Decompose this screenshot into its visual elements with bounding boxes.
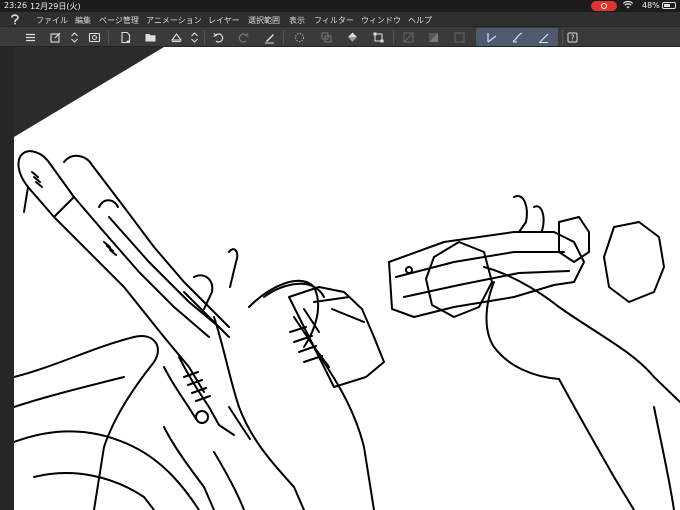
canvas[interactable] [14, 47, 680, 510]
svg-text:?: ? [570, 33, 574, 42]
screen-record-indicator[interactable] [591, 1, 617, 11]
snap-ruler-icon[interactable] [425, 29, 441, 45]
battery-icon [662, 2, 676, 9]
collapsed-sidebar: » [0, 27, 14, 510]
wifi-icon [622, 1, 634, 11]
layer-switch-icon[interactable] [66, 29, 82, 45]
help-icon[interactable]: ? [564, 29, 580, 45]
menu-icon[interactable] [22, 29, 38, 45]
status-bar: 23:26 12月29日(火) 48% [0, 0, 680, 12]
pen-stabilizer-3-icon[interactable] [535, 29, 551, 45]
battery-level [664, 4, 670, 7]
battery-percent: 48% [642, 1, 660, 10]
menu-edit[interactable]: 編集 [75, 15, 91, 26]
pen-stabilizer-2-icon[interactable] [509, 29, 525, 45]
toolbar-separator [204, 30, 205, 44]
onion-icon[interactable] [86, 29, 102, 45]
open-folder-icon[interactable] [142, 29, 158, 45]
canvas-workspace[interactable] [14, 47, 680, 510]
clear-icon[interactable] [261, 29, 277, 45]
stepper-icon[interactable] [186, 29, 202, 45]
transform-icon[interactable] [370, 29, 386, 45]
status-date: 12月29日(火) [30, 2, 81, 11]
toolbar-separator [393, 30, 394, 44]
menu-animation[interactable]: アニメーション [146, 15, 202, 26]
command-bar: ? [0, 27, 680, 47]
redo-icon[interactable] [235, 29, 251, 45]
menu-help[interactable]: ヘルプ [408, 15, 432, 26]
menu-layer[interactable]: レイヤー [208, 15, 240, 26]
new-canvas-icon[interactable] [47, 29, 63, 45]
autoselect-icon[interactable] [291, 29, 307, 45]
new-page-icon[interactable] [117, 29, 133, 45]
status-time: 23:26 [4, 1, 28, 10]
record-icon [601, 3, 607, 9]
menu-bar: ファイル 編集 ページ管理 アニメーション レイヤー 選択範囲 表示 フィルター… [0, 12, 680, 27]
snap-grid-icon[interactable] [451, 29, 467, 45]
canvas-page[interactable] [14, 47, 680, 510]
undo-icon[interactable] [210, 29, 226, 45]
toolbar-separator [562, 30, 563, 44]
menu-selection[interactable]: 選択範囲 [248, 15, 280, 26]
menu-page-management[interactable]: ページ管理 [99, 15, 139, 26]
toolbar-separator [108, 30, 109, 44]
menu-window[interactable]: ウィンドウ [361, 15, 401, 26]
menu-filter[interactable]: フィルター [314, 15, 354, 26]
save-icon[interactable] [168, 29, 184, 45]
snap-off-icon[interactable] [400, 29, 416, 45]
toolbar-separator [283, 30, 284, 44]
app-logo-icon[interactable] [9, 13, 21, 25]
menu-file[interactable]: ファイル [36, 15, 68, 26]
fill-icon[interactable] [344, 29, 360, 45]
copy-layer-icon[interactable] [318, 29, 334, 45]
pen-stabilizer-1-icon[interactable] [483, 29, 499, 45]
menu-view[interactable]: 表示 [289, 15, 305, 26]
